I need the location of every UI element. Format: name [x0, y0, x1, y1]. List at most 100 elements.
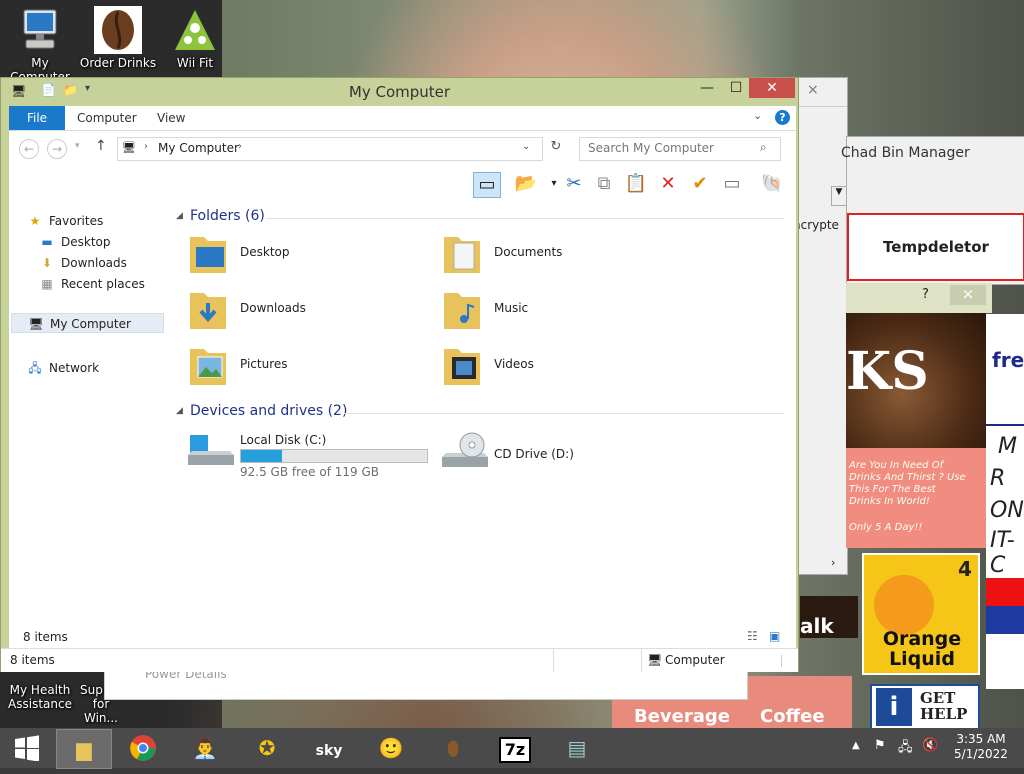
taskbar-7zip[interactable]: 7z: [488, 729, 542, 767]
close-button[interactable]: ✕: [749, 78, 795, 98]
desktop-icon: ▬: [41, 235, 53, 249]
close-button[interactable]: ×: [950, 285, 986, 305]
downloads-folder-icon: [190, 293, 226, 329]
search-icon[interactable]: ⌕: [760, 140, 767, 155]
bin-manager-window[interactable]: Chad Bin Manager Tempdeletor: [841, 136, 1024, 285]
downloads-icon: ⬇: [41, 256, 53, 270]
expand-ribbon-icon[interactable]: ⌄: [753, 109, 762, 122]
maximize-button[interactable]: ☐: [723, 78, 749, 98]
preview-pane-button[interactable]: ▭: [473, 172, 501, 198]
chevron-down-icon[interactable]: ▼: [831, 186, 847, 206]
nav-my-computer[interactable]: 🖥 My Computer: [11, 313, 164, 333]
orange-liquid-tile[interactable]: 4 Orange Liquid: [862, 553, 980, 675]
tab-view[interactable]: View: [145, 106, 197, 130]
music-folder-icon: [444, 293, 480, 329]
tab-file[interactable]: File: [9, 106, 65, 130]
window-title: My Computer: [348, 83, 451, 101]
taskbar-chrome[interactable]: [116, 729, 170, 767]
folder-downloads[interactable]: Downloads: [188, 287, 438, 337]
resize-grip[interactable]: [781, 655, 782, 667]
info-icon: i: [876, 688, 912, 726]
taskbar-sky-app[interactable]: sky: [302, 729, 356, 767]
title-bar[interactable]: 🖥 📄 📁 ▾ My Computer — ☐ ✕: [1, 78, 798, 106]
cut-icon[interactable]: ✂: [561, 172, 587, 196]
copy-icon[interactable]: ⧉: [591, 172, 617, 196]
drinks-ad-titlebar: ? ×: [846, 283, 992, 313]
taskbar-coffee-app[interactable]: ⬮: [426, 729, 480, 767]
folder-videos[interactable]: Videos: [442, 343, 692, 393]
computer-icon: 🖥: [647, 653, 663, 667]
rename-icon[interactable]: ▭: [719, 172, 745, 196]
taskbar-file-explorer[interactable]: ▆: [56, 729, 112, 769]
coffee-banner: KS: [846, 313, 986, 448]
explorer-window[interactable]: 🖥 📄 📁 ▾ My Computer — ☐ ✕ File Computer …: [0, 77, 799, 672]
details-view-icon[interactable]: ☷: [747, 629, 758, 643]
taskbar-face-app[interactable]: 🙂: [364, 729, 418, 767]
drives-group-header[interactable]: Devices and drives (2): [190, 403, 347, 419]
large-icons-view-icon[interactable]: ▣: [769, 629, 780, 643]
delete-icon[interactable]: ✕: [655, 172, 681, 196]
folder-pictures[interactable]: Pictures: [188, 343, 438, 393]
desktop-icon-wii-fit[interactable]: Wii Fit: [155, 0, 235, 70]
show-hidden-icons[interactable]: ▲: [852, 740, 860, 751]
walk-tile[interactable]: alk: [800, 596, 858, 638]
help-button[interactable]: ?: [922, 287, 929, 302]
chevron-right-icon[interactable]: ›: [831, 556, 835, 569]
drive-cd[interactable]: CD Drive (D:): [440, 427, 690, 477]
action-center-icon[interactable]: ⚑: [874, 738, 886, 753]
chevron-down-icon[interactable]: ◢: [176, 211, 183, 221]
folder-desktop[interactable]: Desktop: [188, 231, 438, 281]
help-icon[interactable]: ?: [775, 110, 790, 125]
seven-zip-icon: 7z: [498, 737, 532, 763]
nav-favorites[interactable]: ★ Favorites: [27, 211, 184, 231]
clock[interactable]: 3:35 AM 5/1/2022: [946, 732, 1016, 762]
folder-music[interactable]: Music: [442, 287, 692, 337]
taskbar-avatar-app[interactable]: 👨‍💼: [178, 729, 232, 767]
minimize-button[interactable]: —: [691, 78, 723, 98]
address-bar[interactable]: 🖥 › My Computer › ⌄: [117, 137, 543, 161]
folder-documents[interactable]: Documents: [442, 231, 692, 281]
computer-icon: 🖥: [28, 317, 44, 331]
drive-local-disk[interactable]: Local Disk (C:) 92.5 GB free of 119 GB: [186, 427, 436, 479]
taskbar-gold-app[interactable]: ✪: [240, 729, 294, 767]
address-path[interactable]: My Computer: [158, 141, 239, 155]
checkmark-icon[interactable]: ✔: [687, 172, 713, 196]
tab-computer[interactable]: Computer: [65, 106, 149, 130]
back-button[interactable]: ←: [19, 139, 39, 159]
up-button[interactable]: ↑: [95, 138, 107, 154]
desktop-icon-order-drinks[interactable]: Order Drinks: [78, 0, 158, 70]
chevron-right-icon[interactable]: ›: [144, 141, 148, 152]
face-icon: 🙂: [378, 736, 404, 760]
search-input[interactable]: Search My Computer ⌕: [579, 137, 781, 161]
chevron-down-icon[interactable]: ◢: [176, 406, 183, 416]
status-bar: 8 items 🖥 Computer: [1, 648, 798, 672]
network-icon[interactable]: 🖧: [898, 738, 913, 760]
chevron-right-icon[interactable]: ›: [238, 141, 242, 152]
paste-icon[interactable]: 📋: [623, 172, 649, 196]
chevron-down-icon[interactable]: ⌄: [522, 141, 530, 152]
coffee-bean-icon: ⬮: [446, 736, 460, 760]
folder-options-icon[interactable]: 📂: [513, 172, 539, 196]
power-details-window[interactable]: Power Details: [104, 667, 748, 700]
volume-muted-icon[interactable]: 🔇: [922, 738, 938, 753]
window-title: Chad Bin Manager: [841, 145, 970, 161]
get-help-button[interactable]: i GET HELP: [870, 684, 980, 732]
start-button[interactable]: [0, 729, 54, 767]
shell-icon[interactable]: 🐚: [759, 172, 785, 196]
address-row: ← → ▾ ↑ 🖥 › My Computer › ⌄ ↻ Search My …: [9, 131, 796, 167]
recent-locations-icon[interactable]: ▾: [75, 141, 80, 151]
star-icon: ★: [29, 214, 41, 228]
folders-group-header[interactable]: Folders (6): [190, 208, 265, 224]
refresh-button[interactable]: ↻: [545, 139, 567, 159]
forward-button[interactable]: →: [47, 139, 67, 159]
nav-network[interactable]: 🖧 Network: [27, 358, 184, 378]
ribbon-tabs: File Computer View ⌄ ?: [9, 106, 796, 131]
desktop-folder-icon: [190, 237, 226, 273]
desktop-icon-my-computer[interactable]: My Computer: [0, 0, 80, 84]
desktop-icon-health[interactable]: My Health Assistance: [0, 683, 80, 711]
chart-window-icon: ▤: [567, 736, 587, 760]
close-icon[interactable]: ×: [807, 82, 819, 98]
taskbar-monitor-app[interactable]: ▤: [550, 729, 604, 767]
tempdeletor-button[interactable]: Tempdeletor: [847, 213, 1024, 281]
wii-fit-icon: [171, 6, 219, 54]
